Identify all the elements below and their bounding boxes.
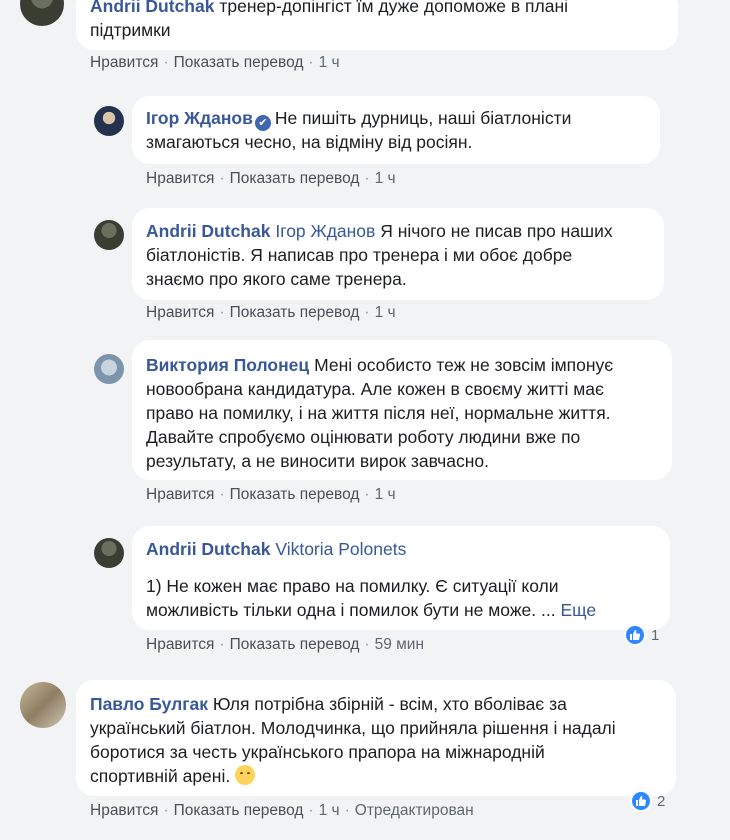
like-link[interactable]: Нравится [90,54,158,71]
comment-text: знаємо про якого саме тренера. [146,269,407,289]
mention-link[interactable]: Ігор Жданов [275,221,375,241]
comment-actions: Нравится · Показать перевод · 1 ч · Отредактир… [90,802,474,819]
see-more-link[interactable]: Еще [560,600,596,620]
comment-bubble: Andrii Dutchak Viktoria Polonets 1) Не к… [132,526,670,630]
comment-actions: Нравится · Показать перевод · 59 мин [146,636,425,653]
reaction-count: 1 [651,626,660,644]
comment-text: можливість тільки одна і помилок бути не… [146,600,556,620]
comment-text: Я нічого не писав про наших [380,221,613,241]
comment-text: спортивній арені. [90,766,231,786]
translate-link[interactable]: Показать перевод [174,54,304,71]
comment-text: підтримки [90,20,171,40]
comment-text: Мені особисто теж не зовсім імпонує [314,355,614,375]
avatar[interactable] [20,682,66,728]
translate-link[interactable]: Показать перевод [230,486,360,503]
comment-text: Не пишіть дурниць, наші біатлоністи [274,108,572,128]
translate-link[interactable]: Показать перевод [174,802,304,819]
avatar[interactable] [94,220,124,250]
translate-link[interactable]: Показать перевод [230,170,360,187]
comment-author[interactable]: Павло Булгак [90,694,208,714]
comment-bubble: Павло Булгак Юля потрібна збірній - всім… [76,680,676,796]
comment-text: тренер-допінгіст їм дуже допоможе в план… [219,0,569,16]
timestamp[interactable]: 1 ч [319,802,340,819]
like-link[interactable]: Нравится [146,304,214,321]
timestamp[interactable]: 59 мин [375,636,424,653]
verified-badge-icon: ✔ [254,115,271,131]
like-reaction-icon [630,790,652,812]
like-link[interactable]: Нравится [90,802,158,819]
comment-text: результату, а не виносити вирок завчасно… [146,451,490,471]
reaction-summary[interactable]: 1 [624,624,659,646]
like-link[interactable]: Нравится [146,636,214,653]
comment-text: український біатлон. Молодчинка, що прий… [90,718,616,738]
avatar[interactable] [94,106,124,136]
avatar[interactable] [94,538,124,568]
comment-text: Давайте спробуємо оцінювати роботу людин… [146,427,581,447]
like-link[interactable]: Нравится [146,486,214,503]
comment-text: біатлоністів. Я написав про тренера і ми… [146,245,573,265]
comment-text: новообрана кандидатура. Але кожен в своє… [146,379,604,399]
comment-actions: Нравится · Показать перевод · 1 ч [146,486,396,503]
timestamp[interactable]: 1 ч [375,170,396,187]
timestamp[interactable]: 1 ч [375,486,396,503]
reaction-summary[interactable]: 2 [630,790,665,812]
hugging-face-emoji-icon [235,765,256,785]
comment-text: боротися за честь українського прапора н… [90,742,545,762]
comment-bubble: Ігор Жданов ✔ Не пишіть дурниць, наші біат… [132,96,660,164]
comment-bubble: Andrii Dutchak тренер-допінгіст їм дуже … [76,0,678,50]
comment-actions: Нравится · Показать перевод · 1 ч [146,304,396,321]
comment-text: змагаються чесно, на відміну від росіян. [146,132,473,152]
comment-text: Юля потрібна збірній - всім, хто вболіва… [212,694,567,714]
timestamp[interactable]: 1 ч [319,54,340,71]
translate-link[interactable]: Показать перевод [230,636,360,653]
comment-actions: Нравится · Показать перевод · 1 ч [90,54,340,71]
comment-text: право на помилку, і на життя після неї, … [146,403,611,423]
avatar[interactable] [94,354,124,384]
comment-author[interactable]: Andrii Dutchak [146,221,270,241]
translate-link[interactable]: Показать перевод [230,304,360,321]
comment-author[interactable]: Andrii Dutchak [146,539,270,559]
comment-actions: Нравится · Показать перевод · 1 ч [146,170,396,187]
comment-bubble: Виктория Полонец Мені особисто теж не зо… [132,340,672,480]
mention-link[interactable]: Viktoria Polonets [275,539,406,559]
avatar[interactable] [20,0,64,26]
comment-author[interactable]: Ігор Жданов [146,108,253,128]
reaction-count: 2 [657,792,666,810]
comment-author[interactable]: Andrii Dutchak [90,0,214,16]
comment-text: 1) Не кожен має право на помилку. Є ситу… [146,576,559,596]
comment-bubble: Andrii Dutchak Ігор Жданов Я нічого не п… [132,208,664,300]
comment-author[interactable]: Виктория Полонец [146,355,309,375]
edited-label[interactable]: Отредактирован [355,802,474,819]
like-link[interactable]: Нравится [146,170,214,187]
like-reaction-icon [624,624,646,646]
timestamp[interactable]: 1 ч [375,304,396,321]
